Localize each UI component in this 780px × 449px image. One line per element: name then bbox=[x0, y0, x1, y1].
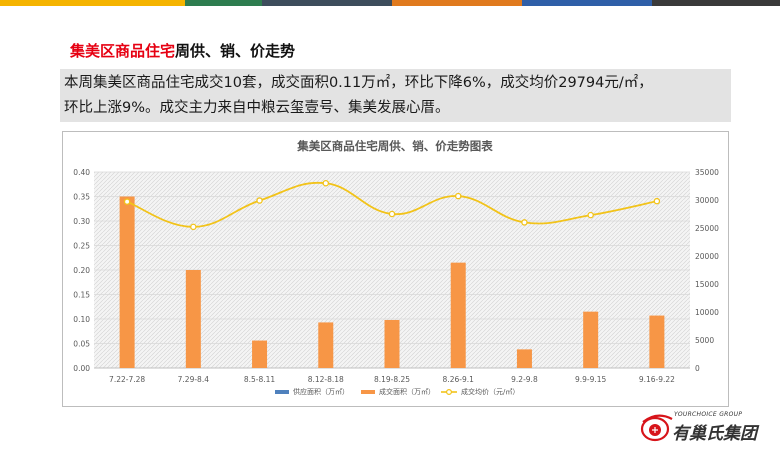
deal-area-bar bbox=[583, 311, 599, 368]
avg-price-point bbox=[123, 198, 131, 205]
page-title: 集美区商品住宅周供、销、价走势 bbox=[70, 40, 295, 61]
avg-price-point bbox=[190, 223, 197, 231]
top-bar-segment bbox=[185, 0, 262, 6]
avg-price-point bbox=[388, 210, 396, 218]
y-left-tick-label: 0.30 bbox=[73, 217, 90, 226]
summary-box: 本周集美区商品住宅成交10套，成交面积0.11万㎡，环比下降6%，成交均价297… bbox=[60, 69, 731, 122]
y-right-tick-label: 30000 bbox=[695, 196, 719, 205]
page-title-red: 集美区商品住宅 bbox=[70, 42, 176, 60]
yourchoice-logo-icon bbox=[640, 414, 673, 442]
top-bar-segment bbox=[262, 0, 392, 6]
company-logo: YOURCHOICE GROUP 有巢氏集团 bbox=[640, 411, 776, 445]
deal-area-bar bbox=[450, 262, 466, 368]
chart-title: 集美区商品住宅周供、销、价走势图表 bbox=[296, 139, 493, 153]
legend-swatch-deal-area bbox=[361, 390, 375, 394]
top-bar-segment bbox=[652, 0, 780, 6]
y-left-tick-label: 0.20 bbox=[73, 266, 90, 275]
x-tick-label: 8.5-8.11 bbox=[244, 375, 276, 384]
legend-label-avg-price: 成交均价（元/㎡） bbox=[461, 387, 519, 396]
avg-price-point bbox=[256, 197, 263, 204]
avg-price-point bbox=[322, 179, 330, 187]
x-tick-label: 7.29-8.4 bbox=[178, 375, 210, 384]
top-bar-segment bbox=[0, 0, 185, 6]
x-tick-label: 9.9-9.15 bbox=[575, 375, 607, 384]
deal-area-bar bbox=[649, 315, 665, 368]
deal-area-bar bbox=[318, 322, 334, 368]
y-right-tick-label: 25000 bbox=[695, 224, 719, 233]
y-left-tick-label: 0.00 bbox=[73, 364, 90, 373]
top-bar-segment bbox=[392, 0, 522, 6]
top-color-bar bbox=[0, 0, 780, 6]
y-left-tick-label: 0.05 bbox=[73, 340, 90, 349]
summary-line-2: 环比上涨9%。成交主力来自中粮云玺壹号、集美发展心厝。 bbox=[64, 100, 450, 116]
x-tick-label: 7.22-7.28 bbox=[109, 375, 145, 384]
combo-chart: 集美区商品住宅周供、销、价走势图表 0.00 0.05 0.10 0.15 0.20 0.2… bbox=[73, 139, 719, 396]
x-tick-label: 8.19-8.25 bbox=[374, 375, 410, 384]
avg-price-point bbox=[521, 219, 528, 226]
x-tick-label: 9.16-9.22 bbox=[639, 375, 675, 384]
y-left-tick-label: 0.15 bbox=[73, 291, 90, 300]
avg-price-point bbox=[653, 197, 661, 205]
top-bar-segment bbox=[522, 0, 652, 6]
avg-price-point bbox=[587, 211, 594, 219]
page-title-black: 周供、销、价走势 bbox=[175, 42, 296, 60]
y-right-tick-label: 35000 bbox=[695, 168, 719, 177]
legend-swatch-supply bbox=[275, 390, 289, 394]
y-left-tick-label: 0.35 bbox=[73, 193, 90, 202]
deal-area-bar bbox=[384, 319, 400, 368]
x-tick-label: 8.12-8.18 bbox=[308, 375, 344, 384]
x-tick-label: 9.2-9.8 bbox=[511, 375, 538, 384]
y-right-tick-label: 20000 bbox=[695, 252, 719, 261]
deal-area-bar bbox=[516, 349, 532, 368]
y-left-tick-label: 0.10 bbox=[73, 315, 90, 324]
legend-label-deal-area: 成交面积（万㎡） bbox=[379, 387, 435, 396]
x-tick-label: 8.26-9.1 bbox=[443, 375, 475, 384]
y-right-tick-label: 5000 bbox=[695, 336, 714, 345]
legend-label-supply: 供应面积（万㎡） bbox=[293, 387, 349, 396]
summary-line-1: 本周集美区商品住宅成交10套，成交面积0.11万㎡，环比下降6%，成交均价297… bbox=[64, 75, 653, 91]
avg-price-point bbox=[454, 192, 462, 200]
y-left-tick-label: 0.40 bbox=[73, 168, 90, 177]
logo-chinese-text: 有巢氏集团 bbox=[672, 424, 757, 444]
deal-area-bar bbox=[252, 340, 268, 368]
y-right-tick-label: 0 bbox=[695, 364, 700, 373]
deal-area-bar bbox=[185, 270, 201, 368]
y-right-tick-label: 10000 bbox=[695, 308, 719, 317]
y-left-tick-label: 0.25 bbox=[73, 242, 90, 251]
deal-area-bar bbox=[119, 196, 135, 368]
logo-english-text: YOURCHOICE GROUP bbox=[674, 411, 743, 418]
y-right-tick-label: 15000 bbox=[695, 280, 719, 289]
chart-frame: 集美区商品住宅周供、销、价走势图表 0.00 0.05 0.10 0.15 0.20 0.2… bbox=[62, 131, 729, 407]
legend-marker-avg-price bbox=[446, 389, 453, 396]
